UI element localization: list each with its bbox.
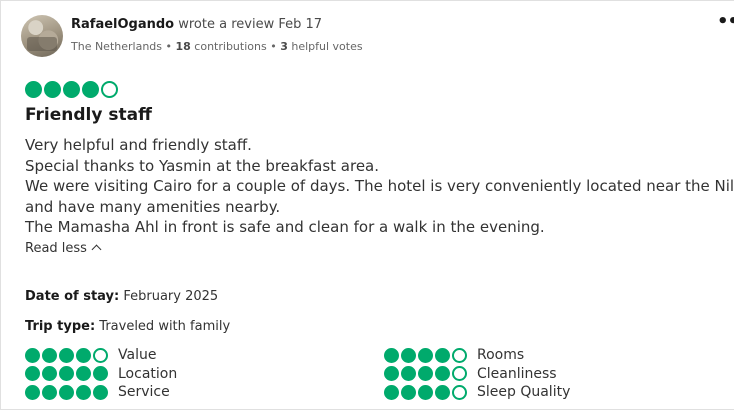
sub-rating-bubbles	[25, 347, 108, 363]
filled-bubble-icon	[76, 384, 91, 400]
filled-bubble-icon	[42, 347, 57, 363]
review-title: Friendly staff	[25, 105, 152, 125]
review-body-line: We were visiting Cairo for a couple of d…	[25, 177, 734, 195]
sub-rating-bubbles	[25, 384, 108, 400]
filled-bubble-icon	[42, 366, 57, 381]
reviewer-header: RafaelOgando wrote a review Feb 17	[71, 17, 322, 32]
filled-bubble-icon	[418, 366, 433, 381]
filled-bubble-icon	[82, 81, 99, 98]
sub-rating-bubbles	[384, 347, 467, 363]
filled-bubble-icon	[435, 384, 450, 400]
empty-bubble-icon	[452, 384, 467, 400]
sub-rating-label: Location	[118, 365, 178, 382]
trip-type-label: Trip type:	[25, 319, 96, 334]
filled-bubble-icon	[384, 384, 399, 400]
empty-bubble-icon	[101, 81, 118, 98]
filled-bubble-icon	[93, 384, 108, 400]
filled-bubble-icon	[401, 347, 416, 363]
helpful-votes-label: helpful votes	[287, 40, 363, 53]
filled-bubble-icon	[76, 366, 91, 381]
meta-separator: •	[266, 40, 281, 53]
read-less-button[interactable]: Read less	[25, 241, 102, 256]
more-options-icon[interactable]: •••	[717, 13, 734, 35]
empty-bubble-icon	[452, 366, 467, 381]
review-body-line: Very helpful and friendly staff.	[25, 136, 252, 154]
sub-rating-bubbles	[384, 366, 467, 381]
contributions-count: 18	[175, 40, 191, 53]
filled-bubble-icon	[63, 81, 80, 98]
filled-bubble-icon	[384, 366, 399, 381]
reviewer-name-link[interactable]: RafaelOgando	[71, 17, 174, 32]
sub-rating-value: Value	[25, 346, 156, 364]
sub-rating-bubbles	[384, 384, 467, 400]
sub-rating-rooms: Rooms	[384, 346, 524, 364]
filled-bubble-icon	[418, 384, 433, 400]
reviewer-location: The Netherlands	[71, 40, 163, 53]
filled-bubble-icon	[59, 347, 74, 363]
date-of-stay-value: February 2025	[119, 289, 219, 304]
sub-rating-service: Service	[25, 383, 170, 401]
review-rating-bubbles	[25, 81, 118, 98]
sub-rating-sleep-quality: Sleep Quality	[384, 383, 570, 401]
sub-rating-cleanliness: Cleanliness	[384, 365, 557, 383]
sub-rating-label: Service	[118, 384, 170, 400]
empty-bubble-icon	[452, 347, 467, 363]
meta-separator: •	[162, 40, 176, 53]
filled-bubble-icon	[76, 347, 91, 363]
filled-bubble-icon	[384, 347, 399, 363]
filled-bubble-icon	[93, 366, 108, 381]
filled-bubble-icon	[401, 366, 416, 381]
sub-rating-label: Rooms	[477, 347, 525, 363]
empty-bubble-icon	[93, 347, 108, 363]
filled-bubble-icon	[401, 384, 416, 400]
reviewer-meta: The Netherlands • 18 contributions • 3 h…	[71, 40, 363, 53]
trip-type-value: Traveled with family	[95, 319, 231, 334]
date-of-stay: Date of stay: February 2025	[25, 289, 218, 304]
review-card: RafaelOgando wrote a review Feb 17 The N…	[0, 0, 734, 410]
sub-rating-label: Value	[118, 347, 157, 363]
sub-rating-bubbles	[25, 366, 108, 381]
filled-bubble-icon	[25, 366, 40, 381]
read-less-label: Read less	[25, 241, 87, 256]
reviewer-avatar[interactable]	[21, 15, 63, 57]
filled-bubble-icon	[435, 366, 450, 381]
review-body-line: The Mamasha Ahl in front is safe and cle…	[25, 218, 545, 236]
filled-bubble-icon	[25, 347, 40, 363]
review-action-text: wrote a review Feb 17	[174, 17, 323, 32]
date-of-stay-label: Date of stay:	[25, 289, 120, 304]
filled-bubble-icon	[418, 347, 433, 363]
sub-rating-label: Cleanliness	[477, 365, 557, 382]
review-body: Very helpful and friendly staff. Special…	[25, 135, 734, 238]
sub-rating-location: Location	[25, 365, 177, 383]
chevron-up-icon	[91, 244, 102, 255]
filled-bubble-icon	[59, 366, 74, 381]
filled-bubble-icon	[25, 81, 42, 98]
review-body-line: Special thanks to Yasmin at the breakfas…	[25, 156, 380, 175]
filled-bubble-icon	[59, 384, 74, 400]
review-body-line: and have many amenities nearby.	[25, 197, 281, 216]
filled-bubble-icon	[435, 347, 450, 363]
filled-bubble-icon	[25, 384, 40, 400]
trip-type: Trip type: Traveled with family	[25, 319, 230, 334]
filled-bubble-icon	[42, 384, 57, 400]
contributions-label: contributions	[190, 40, 267, 53]
sub-rating-label: Sleep Quality	[477, 384, 571, 400]
filled-bubble-icon	[44, 81, 61, 98]
helpful-votes-count: 3	[280, 40, 288, 53]
